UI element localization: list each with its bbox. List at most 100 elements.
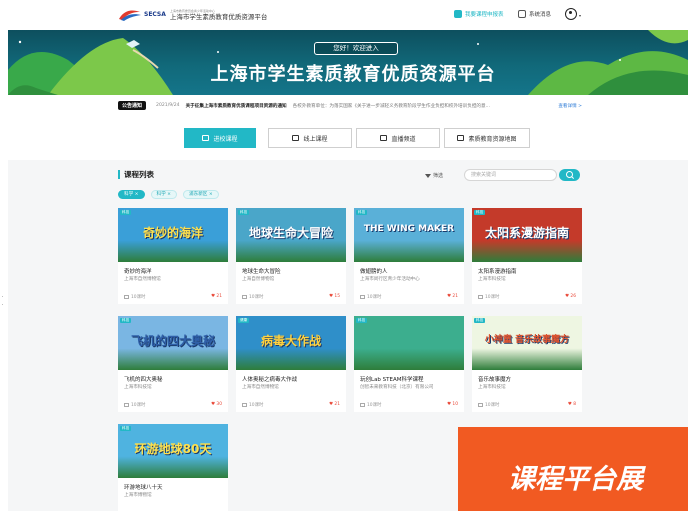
course-card[interactable]: 太阳系漫游指南 科技 太阳系漫游指南 上海市科技馆 10课时 ♥ 26 <box>472 208 582 304</box>
course-organization: 上海市自然博物馆 <box>124 277 161 282</box>
course-meta: 10课时 ♥ 21 <box>360 294 458 300</box>
lesson-count-text: 10课时 <box>131 295 146 300</box>
course-thumbnail[interactable]: 病毒大作战 健康 <box>236 316 346 370</box>
course-organization: 创智未来教育科技（北京）有限公司 <box>360 385 434 390</box>
thumbnail-artwork: THE WING MAKER <box>354 208 464 262</box>
user-avatar-icon[interactable] <box>565 8 577 20</box>
tab-live-channel[interactable]: 直播频道 <box>356 128 440 148</box>
course-title[interactable]: 做翅膀的人 <box>360 267 388 275</box>
lesson-count-text: 10课时 <box>249 295 264 300</box>
tab-label: 素质教育资源地图 <box>468 135 517 143</box>
notice-date: 2021/9/24 <box>156 103 180 108</box>
thumbnail-artwork: 奇妙的海洋 <box>118 208 228 262</box>
category-badge: 科技 <box>356 210 368 215</box>
course-title[interactable]: 人体奥秘之病毒大作战 <box>242 375 297 383</box>
course-title[interactable]: 地球生命大冒险 <box>242 267 281 275</box>
like-count[interactable]: ♥ 26 <box>565 294 576 299</box>
like-count[interactable]: ♥ 8 <box>568 402 576 407</box>
thumbnail-caption: 飞机的四大奥秘 <box>130 334 215 348</box>
thumbnail-artwork: 飞机的四大奥秘 <box>118 316 228 370</box>
side-dot <box>2 296 4 298</box>
like-count[interactable]: ♥ 21 <box>211 294 222 299</box>
filter-chip[interactable]: 浦东新区 × <box>183 190 219 199</box>
course-card[interactable]: 环游地球80天 科技 环游地球八十天 上海市博物馆 <box>118 424 228 511</box>
course-thumbnail[interactable]: 太阳系漫游指南 科技 <box>472 208 582 262</box>
course-thumbnail[interactable]: 小神童 音乐故事魔方 科技 <box>472 316 582 370</box>
thumbnail-caption: 小神童 音乐故事魔方 <box>484 335 570 345</box>
chevron-down-icon[interactable]: ▾ <box>579 13 581 18</box>
document-icon <box>454 10 462 18</box>
course-thumbnail[interactable]: 奇妙的海洋 科技 <box>118 208 228 262</box>
site-logo[interactable]: SECSA 上海市教育委员会青少年活动中心 上海市学生素质教育优质资源平台 <box>118 8 267 22</box>
notice-tag: 公告通知 <box>118 101 147 110</box>
course-card[interactable]: 地球生命大冒险 科技 地球生命大冒险 上海自然博物馆 10课时 ♥ 15 <box>236 208 346 304</box>
map-people-icon <box>457 135 465 141</box>
course-organization: 上海自然博物馆 <box>242 277 275 282</box>
tab-label: 进校课程 <box>213 135 238 143</box>
course-organization: 上海市自然博物馆 <box>242 385 279 390</box>
top-header: SECSA 上海市教育委员会青少年活动中心 上海市学生素质教育优质资源平台 我要… <box>0 0 688 30</box>
course-card[interactable]: 小神童 音乐故事魔方 科技 音乐故事魔方 上海市科技馆 10课时 ♥ 8 <box>472 316 582 412</box>
promo-text: 课程平台展 <box>508 464 643 495</box>
report-course-link[interactable]: 我要课程申报表 <box>454 10 504 18</box>
lesson-count-text: 10课时 <box>249 403 264 408</box>
like-count[interactable]: ♥ 21 <box>329 402 340 407</box>
like-count[interactable]: ♥ 30 <box>211 402 222 407</box>
course-meta: 10课时 ♥ 21 <box>124 294 222 300</box>
course-meta: 10课时 ♥ 15 <box>242 294 340 300</box>
course-thumbnail[interactable]: THE WING MAKER 科技 <box>354 208 464 262</box>
course-card[interactable]: 奇妙的海洋 科技 奇妙的海洋 上海市自然博物馆 10课时 ♥ 21 <box>118 208 228 304</box>
filter-button[interactable]: 筛选 <box>425 172 443 179</box>
course-card[interactable]: 飞机的四大奥秘 科技 飞机的四大奥秘 上海市科技馆 10课时 ♥ 30 <box>118 316 228 412</box>
like-count[interactable]: ♥ 15 <box>329 294 340 299</box>
lesson-count: 10课时 <box>124 402 145 408</box>
thumbnail-caption: 奇妙的海洋 <box>142 226 203 240</box>
course-thumbnail[interactable]: 环游地球80天 科技 <box>118 424 228 478</box>
course-title[interactable]: 飞机的四大奥秘 <box>124 375 163 383</box>
lesson-count-text: 10课时 <box>485 295 500 300</box>
course-title[interactable]: 音乐故事魔方 <box>478 375 511 383</box>
tab-resource-map[interactable]: 素质教育资源地图 <box>444 128 530 148</box>
like-count-text: 15 <box>334 294 340 299</box>
filter-chip[interactable]: 科学 × <box>150 190 177 199</box>
tab-online-courses[interactable]: 线上课程 <box>268 128 352 148</box>
course-organization: 上海市闵行区青少年活动中心 <box>360 277 420 282</box>
notice-bar[interactable]: 公告通知 2021/9/24 关于征集上海市素质教育优质课程项目资源的通知 各校… <box>118 100 582 111</box>
course-organization: 上海市科技馆 <box>478 385 506 390</box>
logo-abbreviation: SECSA <box>144 11 166 18</box>
lesson-count-text: 10课时 <box>131 403 146 408</box>
thumbnail-artwork: 病毒大作战 <box>236 316 346 370</box>
course-thumbnail[interactable]: 地球生命大冒险 科技 <box>236 208 346 262</box>
filter-chip[interactable]: 科学 × <box>118 190 145 199</box>
search-input[interactable]: 搜索关键词 <box>464 169 557 181</box>
course-card[interactable]: THE WING MAKER 科技做翅膀的人上海市闵行区青少年活动中心 10课时 ♥ … <box>354 208 464 304</box>
logo-title: 上海市学生素质教育优质资源平台 <box>169 13 268 21</box>
search-icon[interactable] <box>559 169 580 181</box>
thumbnail-artwork: 地球生命大冒险 <box>236 208 346 262</box>
course-title[interactable]: 奇妙的海洋 <box>124 267 152 275</box>
category-badge: 科技 <box>120 318 132 323</box>
thumbnail-artwork <box>354 316 464 370</box>
like-count-text: 10 <box>452 402 458 407</box>
lesson-icon <box>360 294 365 299</box>
like-count-text: 21 <box>334 402 340 407</box>
like-count[interactable]: ♥ 21 <box>447 294 458 299</box>
course-title[interactable]: 玩创Lab STEAM科学课程 <box>360 375 424 383</box>
report-course-label: 我要课程申报表 <box>465 12 504 18</box>
like-count[interactable]: ♥ 10 <box>447 402 458 407</box>
notice-more-link[interactable]: 查看详情 > <box>558 103 582 109</box>
active-filter-chips: 科学 × 科学 × 浦东新区 × <box>118 190 225 199</box>
lesson-icon <box>360 402 365 407</box>
course-thumbnail[interactable]: 科技 <box>354 316 464 370</box>
course-card[interactable]: 病毒大作战 健康人体奥秘之病毒大作战 上海市自然博物馆 10课时 ♥ 21 <box>236 316 346 412</box>
course-title[interactable]: 环游地球八十天 <box>124 483 163 491</box>
course-title[interactable]: 太阳系漫游指南 <box>478 267 517 275</box>
like-count-text: 26 <box>570 294 576 299</box>
notice-title[interactable]: 关于征集上海市素质教育优质课程项目资源的通知 <box>186 103 287 109</box>
course-meta: 10课时 ♥ 21 <box>242 402 340 408</box>
course-thumbnail[interactable]: 飞机的四大奥秘 科技 <box>118 316 228 370</box>
category-badge: 科技 <box>356 318 368 323</box>
system-messages-link[interactable]: 系统消息 <box>518 10 551 18</box>
tab-in-school-courses[interactable]: 进校课程 <box>184 128 256 148</box>
course-card[interactable]: 科技 玩创Lab STEAM科学课程 创智未来教育科技（北京）有限公司 10课时 ♥ 1… <box>354 316 464 412</box>
